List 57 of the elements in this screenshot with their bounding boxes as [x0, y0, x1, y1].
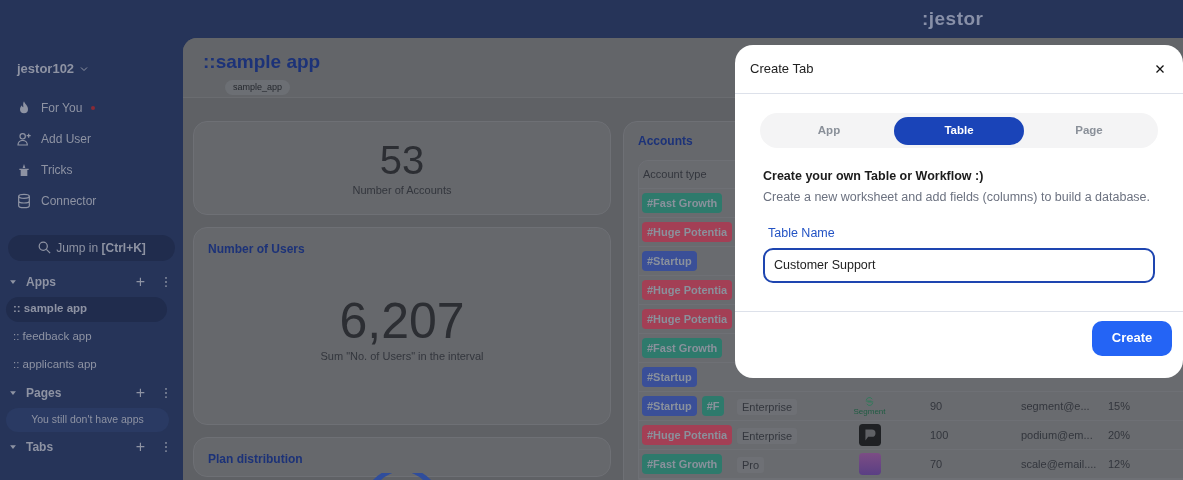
tag: #Fast Growth [642, 192, 723, 214]
slug-tag: sample_app [225, 79, 291, 95]
tag: #Startup [642, 395, 697, 417]
card-title: Number of Users [208, 241, 306, 258]
section-title[interactable]: Tabs [26, 437, 136, 456]
close-icon [1154, 63, 1166, 75]
sidebar-app-item[interactable]: :: sample app [6, 296, 167, 322]
dialog-description: Create a new worksheet and add fields (columns) to build a database. [763, 189, 1152, 205]
tab[interactable]: Table [894, 116, 1024, 145]
tag: #Huge Potentia [642, 221, 733, 243]
page-title: ::sample app [203, 50, 321, 74]
sidebar-nav-item[interactable]: Add User [16, 127, 177, 151]
account-menu[interactable]: jestor102 [17, 59, 177, 79]
search-icon [37, 240, 53, 255]
dialog-heading: Create your own Table or Workflow :) [763, 168, 985, 185]
tag: #Fast Growth [642, 337, 723, 359]
plan-tag: Enterprise [737, 399, 798, 415]
app-logo-icon [858, 453, 881, 475]
chat-bubble-logo-icon [858, 424, 881, 446]
tag: #Fast Growth [642, 453, 723, 475]
sidebar-app-item[interactable]: :: applicants app [6, 352, 177, 378]
tag: #Huge Potentia [642, 424, 733, 446]
sidebar-nav-item[interactable]: For You [16, 96, 177, 120]
plan-tag: Pro [737, 457, 765, 473]
add-button[interactable]: + [135, 273, 145, 290]
stat-value: 53 [379, 137, 425, 182]
donut-chart-drawing [372, 473, 432, 480]
tag: #Huge Potentia [642, 279, 733, 301]
dialog-title: Create Tab [750, 60, 814, 79]
database-icon [16, 193, 32, 209]
add-button[interactable]: + [135, 384, 145, 401]
magic-hat-icon [16, 162, 32, 178]
tab[interactable]: App [764, 116, 894, 145]
stat-value: 6,207 [339, 293, 465, 348]
sidebar-nav-item[interactable]: Tricks [16, 158, 177, 182]
tab[interactable]: Page [1024, 116, 1154, 145]
plan-tag: Enterprise [737, 428, 798, 444]
table-name-field[interactable]: Customer Support [763, 247, 1155, 283]
section-title[interactable]: Pages [26, 383, 136, 402]
sidebar-app-item[interactable]: :: feedback app [6, 324, 177, 350]
empty-message: You still don't have apps [6, 407, 169, 432]
sidebar-nav-item[interactable]: Connector [16, 189, 177, 213]
card-title: Accounts [638, 133, 694, 150]
tag: #Huge Potentia [642, 308, 733, 330]
tag: #F [701, 395, 725, 417]
create-button[interactable]: Create [1092, 320, 1172, 356]
jump-search-button[interactable]: Jump in [Ctrl+K] [8, 234, 175, 261]
tag: #Startup [642, 366, 697, 388]
section-title[interactable]: Apps [26, 272, 136, 291]
tag: #Startup [642, 250, 697, 272]
logo-mark-icon [864, 396, 875, 407]
add-user-icon [16, 131, 32, 147]
jestor-logo: :jestor [922, 6, 984, 31]
logo-text: Segment [853, 407, 886, 416]
field-label: Table Name [768, 224, 836, 242]
add-button[interactable]: + [135, 438, 145, 455]
card-title: Plan distribution [208, 451, 304, 468]
